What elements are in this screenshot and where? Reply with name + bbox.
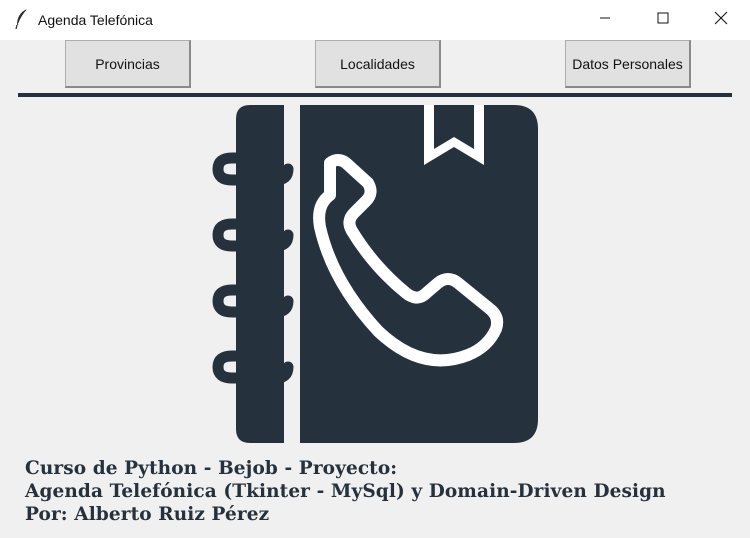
minimize-button[interactable] bbox=[576, 0, 634, 40]
provincias-button[interactable]: Provincias bbox=[65, 40, 191, 88]
caption-line-1: Curso de Python - Bejob - Proyecto: bbox=[25, 458, 398, 479]
header-divider bbox=[18, 93, 732, 97]
localidades-button[interactable]: Localidades bbox=[315, 40, 441, 88]
close-icon bbox=[714, 11, 728, 30]
close-button[interactable] bbox=[692, 0, 750, 40]
title-bar[interactable]: Agenda Telefónica bbox=[0, 0, 750, 41]
app-window: Agenda Telefónica Provincias Localidades… bbox=[0, 0, 750, 538]
feather-icon bbox=[14, 8, 30, 30]
maximize-icon bbox=[657, 11, 669, 29]
course-caption: Curso de Python - Bejob - Proyecto: Agen… bbox=[25, 457, 666, 526]
minimize-icon bbox=[599, 11, 611, 29]
caption-line-2: Agenda Telefónica (Tkinter - MySql) y Do… bbox=[25, 481, 666, 502]
caption-line-3: Por: Alberto Ruiz Pérez bbox=[25, 504, 270, 525]
phone-book-icon bbox=[212, 103, 542, 445]
maximize-button[interactable] bbox=[634, 0, 692, 40]
window-title: Agenda Telefónica bbox=[38, 12, 153, 28]
datos-personales-button[interactable]: Datos Personales bbox=[565, 40, 691, 88]
